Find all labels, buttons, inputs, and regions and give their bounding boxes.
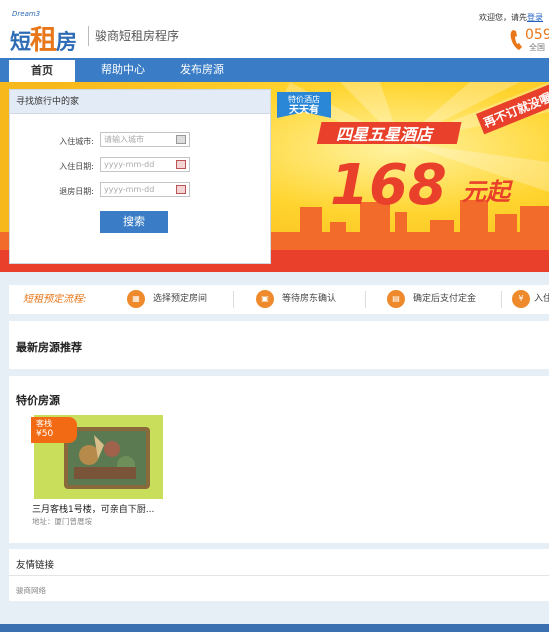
welcome-text: 欢迎您，请先: [479, 13, 527, 22]
slogan-container: 骏商短租房程序: [88, 26, 179, 46]
site-logo[interactable]: Dream3 短租房: [10, 6, 90, 56]
flow-step-wait: 等待房东确认: [282, 294, 337, 304]
friend-links-title: 友情链接: [16, 560, 55, 571]
search-panel: 寻找旅行中的家 入住城市: 请输入城市 入住日期: yyyy-mm-dd 退房日…: [9, 89, 271, 264]
calendar-icon[interactable]: [176, 160, 186, 169]
pay-deposit-icon: ▤: [387, 290, 405, 308]
calendar-icon[interactable]: [176, 185, 186, 194]
friend-links-divider: [9, 575, 549, 576]
nav-item-publish[interactable]: 发布房源: [172, 58, 232, 82]
flow-divider: [501, 291, 502, 308]
flow-divider: [233, 291, 234, 308]
listing-address: 地址：厦门曾厝垵: [32, 517, 92, 526]
logo-brand-small: Dream3: [12, 10, 41, 18]
hotline-number: 059: [525, 28, 549, 43]
ribbon-line2: 天天有: [289, 103, 319, 116]
search-button[interactable]: 搜索: [100, 211, 168, 233]
checkin-date-input[interactable]: yyyy-mm-dd: [100, 157, 190, 172]
special-offers-title: 特价房源: [16, 394, 60, 407]
booking-flow: 短租预定流程: ▦ 选择预定房间 ▣ 等待房东确认 ▤ 确定后支付定金 ¥ 入住: [9, 285, 549, 314]
nav-item-home[interactable]: 首页: [9, 60, 75, 82]
checkout-label: 退房日期:: [59, 187, 94, 196]
listing-type: 客栈: [36, 419, 52, 428]
city-placeholder: 请输入城市: [104, 135, 144, 144]
site-header: Dream3 短租房 骏商短租房程序 欢迎您，请先登录 059 全国: [0, 0, 549, 58]
hotline-subtext: 全国: [529, 43, 545, 52]
hotline: 059 全国: [510, 28, 549, 56]
checkin-icon: ¥: [512, 290, 530, 308]
wait-confirm-icon: ▣: [256, 290, 274, 308]
select-room-icon: ▦: [127, 290, 145, 308]
logo-wordmark: 短租房: [10, 25, 77, 56]
checkin-label: 入住日期:: [59, 162, 94, 171]
latest-listings-panel: 最新房源推荐: [9, 321, 549, 369]
friend-link[interactable]: 骏商网络: [16, 585, 46, 596]
main-nav: 首页 帮助中心 发布房源: [0, 58, 549, 82]
flow-step-checkin: 入住: [534, 294, 549, 304]
listing-title[interactable]: 三月客栈1号楼，可亲自下厨...: [32, 502, 154, 515]
listing-price-tag: 客栈 ¥50: [31, 417, 77, 443]
city-label: 入住城市:: [59, 137, 94, 146]
footer-bar: [0, 624, 549, 632]
checkin-placeholder: yyyy-mm-dd: [104, 160, 155, 169]
flow-title: 短租预定流程:: [23, 294, 87, 305]
phone-icon: [510, 30, 522, 50]
city-input[interactable]: 请输入城市: [100, 132, 190, 147]
flow-step-select: 选择预定房间: [153, 294, 208, 304]
checkout-date-input[interactable]: yyyy-mm-dd: [100, 182, 190, 197]
banner-headline: 四星五星酒店: [336, 125, 435, 144]
flow-divider: [365, 291, 366, 308]
latest-listings-title: 最新房源推荐: [16, 341, 82, 354]
welcome-bar: 欢迎您，请先登录: [479, 12, 543, 23]
site-slogan: 骏商短租房程序: [95, 29, 180, 43]
flow-step-pay: 确定后支付定金: [413, 294, 477, 304]
login-link[interactable]: 登录: [527, 13, 543, 22]
search-panel-title: 寻找旅行中的家: [10, 90, 270, 114]
banner-price: 168: [330, 153, 447, 218]
nav-item-help[interactable]: 帮助中心: [93, 58, 153, 82]
checkout-placeholder: yyyy-mm-dd: [104, 185, 155, 194]
city-picker-icon[interactable]: [176, 135, 186, 144]
banner-price-suffix: 元起: [462, 178, 514, 206]
ribbon-line1: 特价酒店: [288, 94, 320, 104]
listing-price: ¥50: [36, 429, 54, 439]
